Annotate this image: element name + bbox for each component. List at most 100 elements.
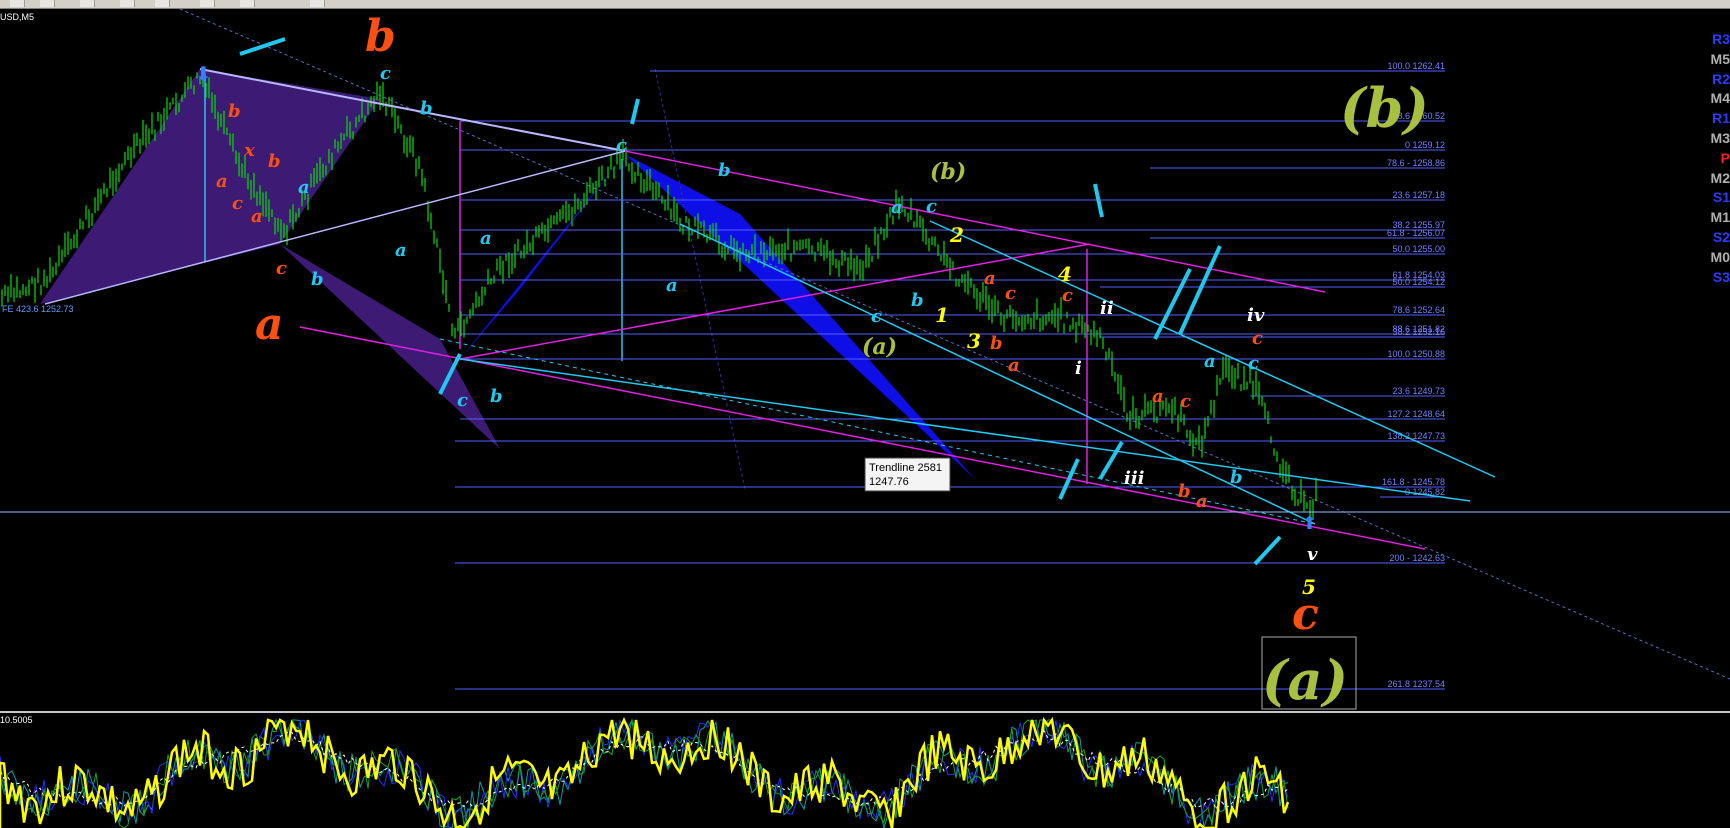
wave-label: a bbox=[395, 240, 407, 261]
wave-label: a bbox=[666, 275, 678, 296]
wave-label: a bbox=[1204, 351, 1216, 372]
wave-number: 2 bbox=[949, 223, 964, 247]
wave-roman: v bbox=[1307, 544, 1318, 565]
wave-roman: i bbox=[1075, 358, 1082, 379]
fib-level-label: 50.0 1254.12 bbox=[1392, 277, 1445, 287]
wave-label: c bbox=[1062, 285, 1073, 306]
wave-label-a-major: a bbox=[255, 299, 284, 350]
wave-label: b bbox=[311, 269, 324, 290]
pivot-label: M4 bbox=[1710, 90, 1730, 107]
trendline-cyan-3[interactable] bbox=[679, 223, 1316, 525]
wave-label: c bbox=[276, 258, 287, 279]
toolbar bbox=[0, 0, 1730, 9]
fib-level-label: 0 1259.12 bbox=[1405, 140, 1445, 150]
fib-level-label: 200 - 1242.63 bbox=[1389, 553, 1445, 563]
wave-label: c bbox=[926, 196, 937, 217]
pane-separator[interactable] bbox=[0, 711, 1730, 713]
pivot-label: M0 bbox=[1710, 248, 1730, 265]
wave-number: 4 bbox=[1058, 262, 1072, 286]
wave-label: a bbox=[891, 197, 903, 218]
wave-label: b bbox=[1178, 481, 1191, 502]
fib-level-label: 23.6 1249.73 bbox=[1392, 386, 1445, 396]
fib-level-label: 161.8 - 1245.78 bbox=[1382, 477, 1445, 487]
pivot-levels: R3 M5 R2 M4 R1 M3 P M2 S1 M1 S2 M0 S3 bbox=[1704, 30, 1730, 287]
fib-level-label: 78.6 1252.64 bbox=[1392, 305, 1445, 315]
wave-label: a bbox=[1152, 386, 1164, 407]
pivot-label: R3 bbox=[1712, 31, 1730, 47]
down-arrow-icon: ⬇ bbox=[195, 62, 212, 86]
wave-number: 5 bbox=[1302, 575, 1316, 599]
tooltip-name: Trendline 2581 bbox=[869, 462, 942, 474]
pivot-label: S1 bbox=[1712, 189, 1730, 206]
trendline-cyan[interactable] bbox=[459, 358, 1471, 502]
wave-label: b bbox=[911, 290, 924, 311]
wave-label: c bbox=[380, 63, 391, 84]
toolbar-button[interactable] bbox=[120, 0, 135, 7]
wave-label: a bbox=[480, 228, 492, 249]
harmonic-pattern-4 bbox=[460, 154, 625, 359]
fe-label: FE 423.6 1252.73 bbox=[2, 304, 74, 314]
toolbar-button[interactable] bbox=[40, 0, 55, 7]
wave-label: a bbox=[1196, 491, 1208, 512]
wave-label: x bbox=[243, 140, 255, 161]
wave-label: b bbox=[1230, 467, 1243, 488]
wave-label: c bbox=[1248, 353, 1259, 374]
tooltip-value: 1247.76 bbox=[869, 476, 909, 488]
wave-number: 1 bbox=[935, 303, 949, 327]
toolbar-button[interactable] bbox=[240, 0, 255, 7]
oscillator-lines bbox=[0, 716, 1290, 828]
wave-label: a bbox=[984, 268, 996, 289]
wave-label: c bbox=[232, 193, 243, 214]
pivot-label: M1 bbox=[1710, 209, 1730, 226]
wave-label: b bbox=[420, 98, 433, 119]
toolbar-button[interactable] bbox=[200, 0, 215, 7]
wave-label: a bbox=[216, 171, 228, 192]
toolbar-button[interactable] bbox=[310, 0, 325, 7]
fib-level-label: 50.0 1255.00 bbox=[1392, 244, 1445, 254]
pivot-label: P bbox=[1720, 149, 1730, 166]
wave-label: c bbox=[871, 306, 882, 327]
harmonic-pattern-5 bbox=[625, 154, 975, 479]
up-arrow-icon: ⬆ bbox=[1302, 513, 1317, 534]
wave-label: a bbox=[251, 206, 263, 227]
fib-level-label: 23.6 1257.18 bbox=[1392, 190, 1445, 200]
chart-title: USD,M5 bbox=[0, 12, 35, 22]
pivot-label: M5 bbox=[1710, 50, 1730, 67]
wave-label: b bbox=[990, 333, 1003, 354]
wave-label: c bbox=[1005, 283, 1016, 304]
wave-label-paren-a-mid: (a) bbox=[862, 334, 897, 360]
wave-label: c bbox=[1252, 328, 1263, 349]
toolbar-button[interactable] bbox=[155, 0, 170, 7]
wave-roman: ii bbox=[1100, 298, 1114, 319]
toolbar-button[interactable] bbox=[10, 0, 25, 7]
pivot-label: M3 bbox=[1710, 129, 1730, 146]
toolbar-button[interactable] bbox=[80, 0, 95, 7]
fib-level-label: 100.0 1250.88 bbox=[1387, 349, 1445, 359]
wave-label: b bbox=[268, 151, 281, 172]
wave-label: b bbox=[718, 160, 731, 181]
oscillator-line bbox=[0, 716, 1290, 828]
fib-level-label: 61.8 - 1256.07 bbox=[1387, 228, 1445, 238]
wave-label-paren-b: (b) bbox=[1340, 76, 1429, 140]
wave-label: a bbox=[1008, 355, 1020, 376]
wave-roman: iii bbox=[1124, 468, 1145, 489]
wave-label: c bbox=[616, 135, 627, 156]
wave-number: 3 bbox=[967, 329, 981, 353]
wave-label-b-major: b bbox=[365, 11, 396, 62]
pivot-label: M2 bbox=[1710, 169, 1730, 186]
pivot-label: S2 bbox=[1712, 228, 1730, 245]
wave-label-paren-a: (a) bbox=[1262, 648, 1348, 710]
oscillator-pane[interactable] bbox=[0, 716, 1730, 828]
fib-level-label: 38.2 1252.16 bbox=[1392, 327, 1445, 337]
price-chart[interactable]: 100.0 1262.4188.6 1260.520 1259.1223.6 1… bbox=[0, 9, 1730, 710]
oscillator-line bbox=[0, 718, 1289, 828]
wave-label: b bbox=[228, 101, 241, 122]
wave-label: c bbox=[1180, 391, 1191, 412]
wave-label: a bbox=[298, 177, 310, 198]
wave-roman: iv bbox=[1247, 305, 1265, 326]
fib-level-label: 127.2 1248.64 bbox=[1387, 409, 1445, 419]
wave-label: b bbox=[490, 386, 503, 407]
wave-label-paren-b-mid: (b) bbox=[930, 159, 966, 185]
oscillator-line bbox=[0, 718, 1289, 828]
pivot-label: S3 bbox=[1712, 268, 1730, 285]
